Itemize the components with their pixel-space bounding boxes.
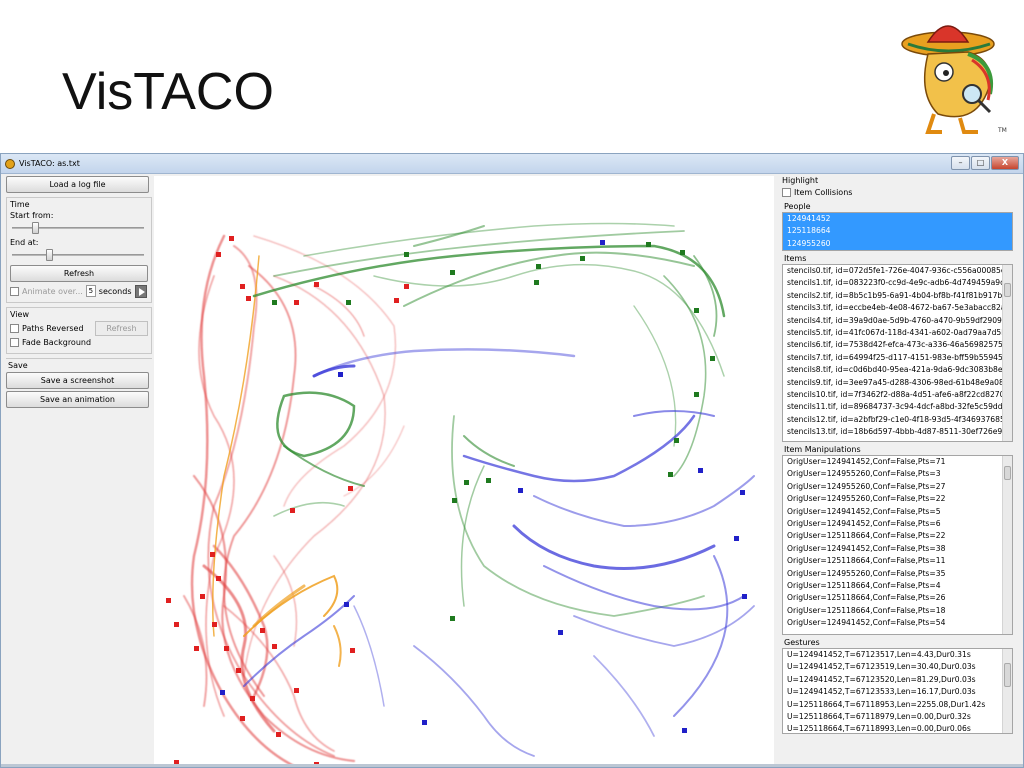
gesture-list-entry[interactable]: U=125118664,T=67118979,Len=0.00,Dur0.32s: [783, 711, 1012, 723]
manipulation-list-entry[interactable]: OrigUser=124941452,Conf=False,Pts=6: [783, 518, 1012, 530]
item-collisions-checkbox[interactable]: [782, 187, 791, 197]
item-list-entry[interactable]: stencils4.tif, id=39a9d0ae-5d9b-4760-a47…: [783, 315, 1012, 327]
item-list-entry[interactable]: stencils13.tif, id=18b6d597-4bbb-4d87-85…: [783, 426, 1012, 438]
trajectory-canvas[interactable]: [154, 176, 774, 768]
gestures-list[interactable]: U=124941452,T=67123517,Len=4.43,Dur0.31s…: [782, 648, 1013, 734]
svg-text:TM: TM: [997, 127, 1007, 134]
time-group-label: Time: [10, 200, 30, 209]
gesture-list-entry[interactable]: U=124941452,T=67123517,Len=4.43,Dur0.31s: [783, 649, 1012, 661]
green-user-paths: [252, 222, 726, 617]
slider-thumb[interactable]: [32, 222, 40, 234]
paths-reversed-label: Paths Reversed: [22, 323, 84, 333]
time-group: Time Start from: End at: Refresh Animate…: [6, 197, 152, 303]
people-label: People: [784, 202, 811, 211]
people-list[interactable]: 124941452 125118664 124955260: [782, 212, 1013, 251]
end-at-slider[interactable]: [10, 248, 148, 262]
item-list-entry[interactable]: stencils0.tif, id=072d5fe1-726e-4047-936…: [783, 265, 1012, 277]
animate-over-label: Animate over...: [22, 286, 83, 296]
person-item[interactable]: 125118664: [783, 225, 1012, 238]
view-group-label: View: [10, 310, 29, 319]
manipulation-list-entry[interactable]: OrigUser=124955260,Conf=False,Pts=3: [783, 468, 1012, 480]
item-list-entry[interactable]: stencils8.tif, id=c0d6bd40-95ea-421a-9da…: [783, 364, 1012, 376]
manipulation-list-entry[interactable]: OrigUser=125118664,Conf=False,Pts=11: [783, 555, 1012, 567]
animate-checkbox[interactable]: [10, 286, 19, 296]
item-list-entry[interactable]: stencils11.tif, id=89684737-3c94-4dcf-a8…: [783, 401, 1012, 413]
item-list-entry[interactable]: stencils7.tif, id=64994f25-d117-4151-983…: [783, 352, 1012, 364]
gesture-list-entry[interactable]: U=125118664,T=67118993,Len=0.00,Dur0.06s: [783, 723, 1012, 733]
person-item[interactable]: 124955260: [783, 237, 1012, 250]
minimize-button[interactable]: –: [951, 156, 970, 170]
item-list-entry[interactable]: stencils3.tif, id=eccbe4eb-4e08-4672-ba6…: [783, 302, 1012, 314]
app-window: VisTACO: as.txt – □ X Load a log file Ti…: [0, 153, 1024, 768]
person-item[interactable]: 124941452: [783, 213, 1012, 226]
red-user-paths: [183, 234, 405, 767]
manipulation-list-entry[interactable]: OrigUser=124941452,Conf=False,Pts=38: [783, 543, 1012, 555]
fade-background-checkbox[interactable]: [10, 337, 19, 347]
window-titlebar[interactable]: VisTACO: as.txt – □ X: [1, 154, 1023, 174]
right-info-panel: Highlight Item Collisions People 1249414…: [780, 176, 1020, 734]
slider-thumb[interactable]: [46, 249, 54, 261]
play-icon[interactable]: [134, 284, 147, 298]
seconds-label: seconds: [98, 286, 132, 296]
manipulation-list-entry[interactable]: OrigUser=124941452,Conf=False,Pts=5: [783, 506, 1012, 518]
manipulation-list-entry[interactable]: OrigUser=125118664,Conf=False,Pts=4: [783, 580, 1012, 592]
window-title: VisTACO: as.txt: [19, 159, 80, 168]
manipulations-scrollbar[interactable]: [1002, 456, 1012, 634]
item-list-entry[interactable]: stencils5.tif, id=41fc067d-118d-4341-a60…: [783, 327, 1012, 339]
end-at-label: End at:: [10, 238, 39, 247]
manipulation-list-entry[interactable]: OrigUser=124955260,Conf=False,Pts=35: [783, 568, 1012, 580]
slide-title: VisTACO: [62, 63, 274, 121]
items-list[interactable]: stencils0.tif, id=072d5fe1-726e-4047-936…: [782, 264, 1013, 442]
left-control-panel: Load a log file Time Start from: End at:…: [6, 176, 152, 414]
save-group-label: Save: [8, 361, 28, 370]
gesture-list-entry[interactable]: U=124941452,T=67123519,Len=30.40,Dur0.03…: [783, 661, 1012, 673]
save-animation-button[interactable]: Save an animation: [6, 391, 149, 408]
animate-seconds-input[interactable]: 5: [85, 285, 96, 297]
gestures-scrollbar[interactable]: [1002, 649, 1012, 733]
save-screenshot-button[interactable]: Save a screenshot: [6, 372, 149, 389]
view-refresh-button[interactable]: Refresh: [95, 320, 148, 336]
taco-app-icon: [5, 158, 15, 169]
item-list-entry[interactable]: stencils6.tif, id=7538d42f-efca-473c-a33…: [783, 339, 1012, 351]
highlight-label: Highlight: [782, 176, 819, 185]
start-from-label: Start from:: [10, 211, 54, 220]
window-bottom-edge: [1, 764, 1023, 767]
gesture-list-entry[interactable]: U=125118664,T=67118953,Len=2255.08,Dur1.…: [783, 699, 1012, 711]
manipulation-list-entry[interactable]: OrigUser=125118664,Conf=False,Pts=18: [783, 605, 1012, 617]
save-group: Save Save a screenshot Save an animation: [6, 358, 152, 414]
start-from-slider[interactable]: [10, 221, 148, 235]
manipulation-list-entry[interactable]: OrigUser=124941452,Conf=False,Pts=71: [783, 456, 1012, 468]
view-group: View Paths Reversed Refresh Fade Backgro…: [6, 307, 152, 354]
time-refresh-button[interactable]: Refresh: [10, 265, 148, 282]
item-manipulations-label: Item Manipulations: [784, 445, 861, 454]
items-scrollbar[interactable]: [1002, 265, 1012, 441]
item-list-entry[interactable]: stencils10.tif, id=7f3462f2-d88a-4d51-af…: [783, 389, 1012, 401]
item-list-entry[interactable]: stencils2.tif, id=8b5c1b95-6a91-4b04-bf8…: [783, 290, 1012, 302]
manipulation-list-entry[interactable]: OrigUser=124955260,Conf=False,Pts=27: [783, 481, 1012, 493]
fade-background-label: Fade Background: [22, 337, 92, 347]
manipulation-list-entry[interactable]: OrigUser=124955260,Conf=False,Pts=22: [783, 493, 1012, 505]
load-log-file-button[interactable]: Load a log file: [6, 176, 149, 193]
close-button[interactable]: X: [991, 156, 1019, 170]
item-manipulations-list[interactable]: OrigUser=124941452,Conf=False,Pts=71 Orig…: [782, 455, 1013, 635]
blue-user-paths: [243, 348, 755, 757]
taco-mascot-logo: TM: [901, 25, 1007, 134]
item-list-entry[interactable]: stencils9.tif, id=3ee97a45-d288-4306-98e…: [783, 377, 1012, 389]
paths-reversed-checkbox[interactable]: [10, 323, 19, 333]
manipulation-list-entry[interactable]: OrigUser=125118664,Conf=False,Pts=22: [783, 530, 1012, 542]
item-list-entry[interactable]: stencils1.tif, id=083223f0-cc9d-4e9c-adb…: [783, 277, 1012, 289]
item-list-entry[interactable]: stencils12.tif, id=a2bfbf29-c1e0-4f18-93…: [783, 414, 1012, 426]
gesture-list-entry[interactable]: U=124941452,T=67123520,Len=81.29,Dur0.03…: [783, 674, 1012, 686]
gestures-label: Gestures: [784, 638, 820, 647]
manipulation-list-entry[interactable]: OrigUser=125118664,Conf=False,Pts=26: [783, 592, 1012, 604]
gesture-list-entry[interactable]: U=124941452,T=67123533,Len=16.17,Dur0.03…: [783, 686, 1012, 698]
green-endpoint-markers: [272, 242, 715, 621]
maximize-button[interactable]: □: [971, 156, 990, 170]
manipulation-list-entry[interactable]: OrigUser=124941452,Conf=False,Pts=54: [783, 617, 1012, 629]
blue-endpoint-markers: [220, 240, 747, 733]
items-label: Items: [784, 254, 807, 263]
item-collisions-label: Item Collisions: [794, 187, 853, 197]
